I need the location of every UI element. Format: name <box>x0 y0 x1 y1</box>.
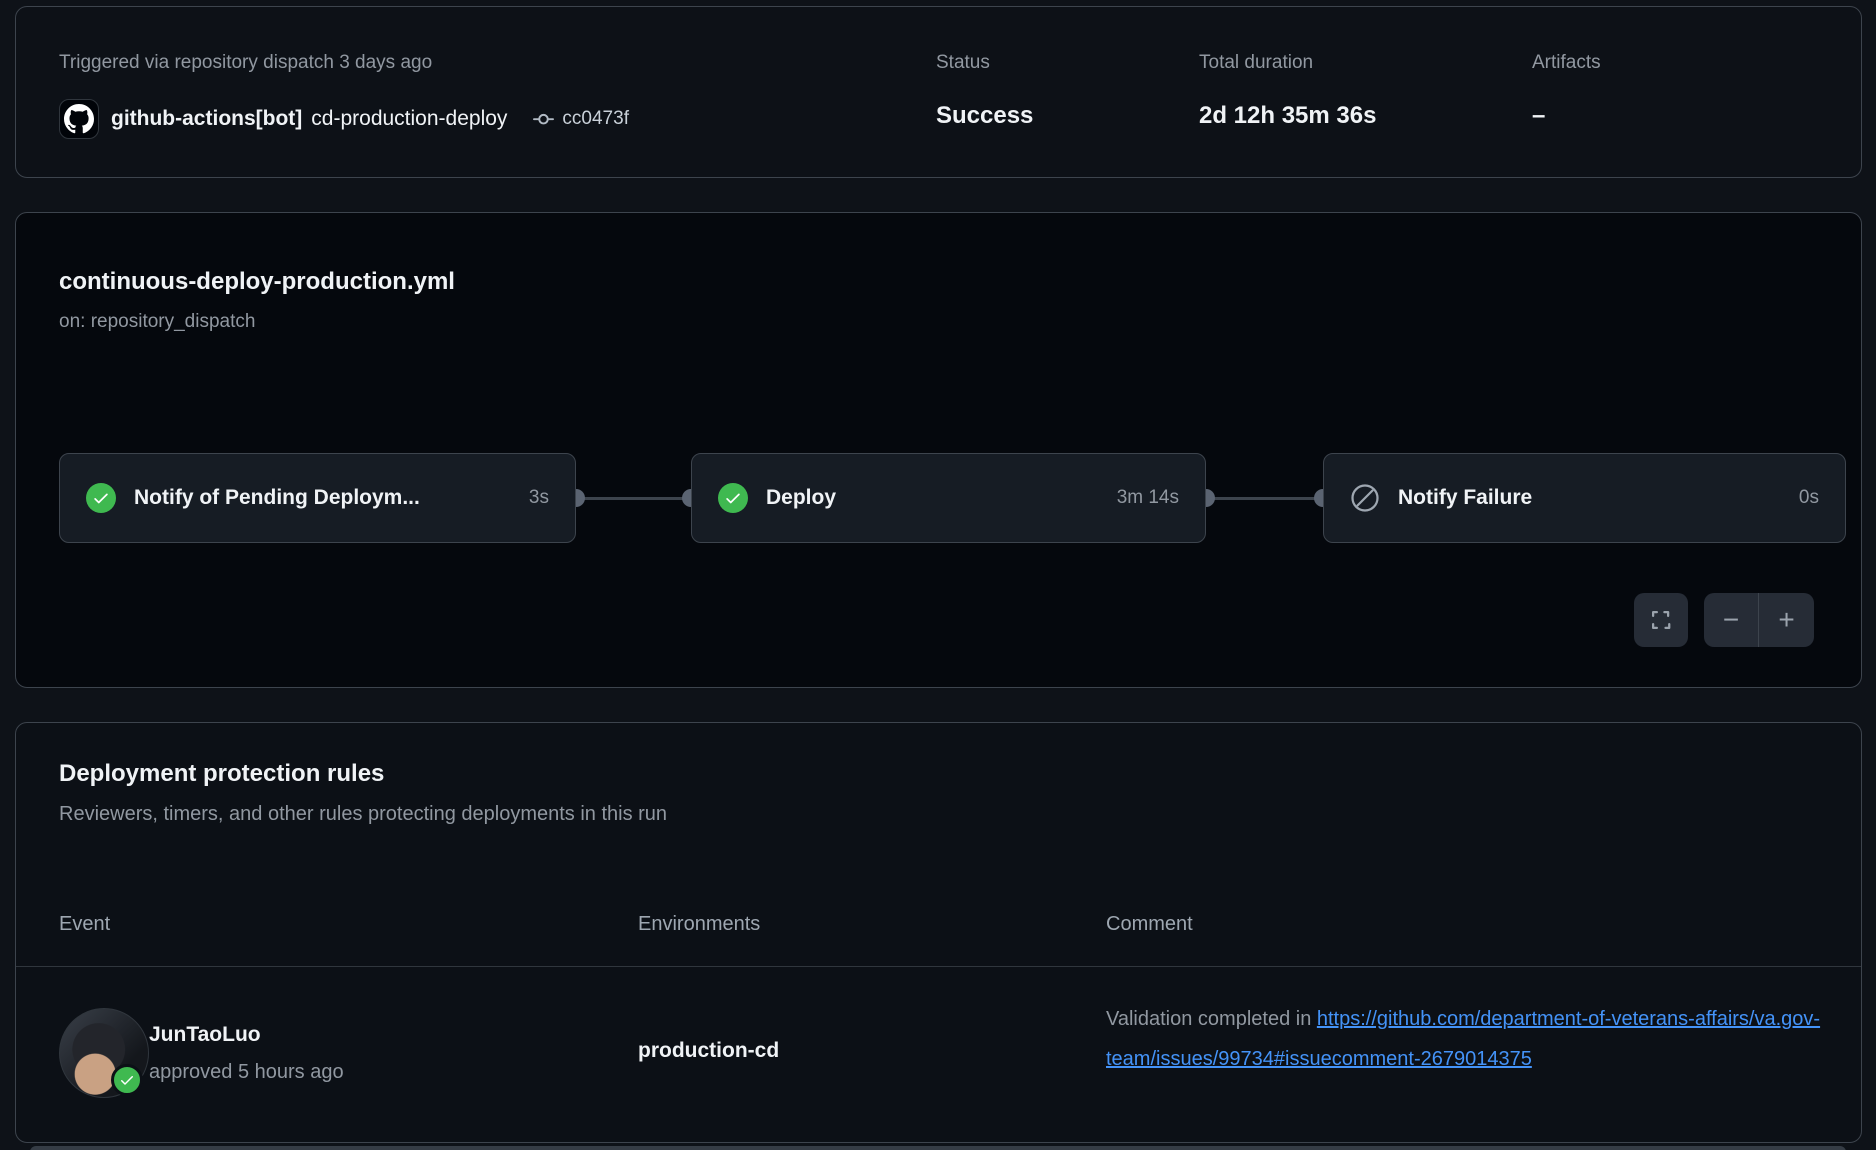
column-header-comment: Comment <box>1106 913 1193 936</box>
fullscreen-button[interactable] <box>1634 593 1688 647</box>
job-duration: 3s <box>529 487 549 509</box>
comment-text: Validation completed in <box>1106 1008 1317 1030</box>
commit-ref[interactable]: cc0473f <box>533 108 629 130</box>
check-icon <box>119 1072 135 1088</box>
workflow-trigger: on: repository_dispatch <box>59 311 255 333</box>
skipped-icon <box>1350 483 1380 513</box>
actor-name[interactable]: github-actions[bot] <box>111 107 302 131</box>
job-duration: 3m 14s <box>1117 487 1179 509</box>
artifacts-label: Artifacts <box>1532 51 1601 75</box>
job-duration: 0s <box>1799 487 1819 509</box>
actor-line: github-actions[bot] cd-production-deploy… <box>59 99 629 139</box>
rules-subtitle: Reviewers, timers, and other rules prote… <box>59 803 667 826</box>
workflow-run-page: Triggered via repository dispatch 3 days… <box>0 0 1876 1150</box>
run-summary-card: Triggered via repository dispatch 3 days… <box>15 6 1862 178</box>
github-actions-avatar[interactable] <box>59 99 99 139</box>
deployment-protection-rules-card: Deployment protection rules Reviewers, t… <box>15 722 1862 1143</box>
rules-title: Deployment protection rules <box>59 759 384 789</box>
graph-edge <box>1206 497 1323 500</box>
graph-edge <box>576 497 691 500</box>
commit-sha: cc0473f <box>562 108 629 130</box>
column-header-environments: Environments <box>638 913 760 936</box>
screen-full-icon <box>1649 608 1673 632</box>
comment-cell: Validation completed in https://github.c… <box>1106 999 1854 1079</box>
status-stat: Status Success <box>936 51 1033 131</box>
success-check-icon <box>718 483 748 513</box>
graph-controls: − + <box>1634 593 1814 647</box>
job-name: Deploy <box>766 486 1103 510</box>
run-name: cd-production-deploy <box>311 107 507 131</box>
success-check-icon <box>86 483 116 513</box>
next-section-edge <box>30 1146 1846 1150</box>
job-name: Notify Failure <box>1398 486 1785 510</box>
artifacts-stat: Artifacts – <box>1532 51 1601 131</box>
duration-value: 2d 12h 35m 36s <box>1199 101 1376 131</box>
job-name: Notify of Pending Deploym... <box>134 486 515 510</box>
git-commit-icon <box>533 109 554 130</box>
job-node-notify-failure[interactable]: Notify Failure 0s <box>1323 453 1846 543</box>
duration-label: Total duration <box>1199 51 1376 75</box>
approved-badge <box>111 1064 143 1096</box>
reviewer-action: approved 5 hours ago <box>149 1061 344 1084</box>
zoom-button-group: − + <box>1704 593 1814 647</box>
octocat-icon <box>64 104 94 134</box>
duration-stat: Total duration 2d 12h 35m 36s <box>1199 51 1376 131</box>
workflow-file-title: continuous-deploy-production.yml <box>59 267 455 297</box>
trigger-summary: Triggered via repository dispatch 3 days… <box>59 51 629 75</box>
column-header-event: Event <box>59 913 110 936</box>
artifacts-value: – <box>1532 101 1601 131</box>
status-label: Status <box>936 51 1033 75</box>
zoom-in-button[interactable]: + <box>1759 593 1814 647</box>
zoom-out-button[interactable]: − <box>1704 593 1759 647</box>
job-node-deploy[interactable]: Deploy 3m 14s <box>691 453 1206 543</box>
reviewer-name[interactable]: JunTaoLuo <box>149 1023 344 1047</box>
status-value: Success <box>936 101 1033 131</box>
workflow-graph-card: continuous-deploy-production.yml on: rep… <box>15 212 1862 688</box>
table-header-divider <box>16 966 1861 967</box>
reviewer-block: JunTaoLuo approved 5 hours ago <box>149 1023 344 1084</box>
run-info: Triggered via repository dispatch 3 days… <box>59 51 629 139</box>
environment-name: production-cd <box>638 1039 779 1063</box>
job-node-notify-pending[interactable]: Notify of Pending Deploym... 3s <box>59 453 576 543</box>
